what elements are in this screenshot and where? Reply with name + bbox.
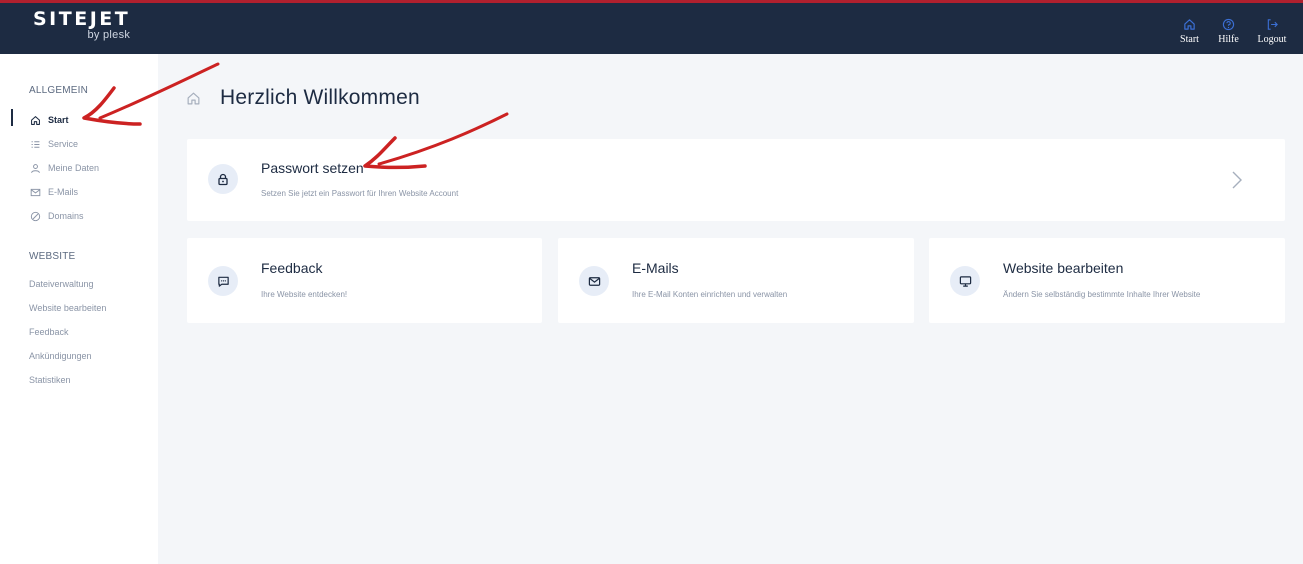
- active-indicator: [11, 109, 13, 126]
- chevron-right-icon: [1232, 171, 1242, 189]
- home-icon: [186, 90, 202, 106]
- topnav-start[interactable]: Start: [1170, 3, 1209, 54]
- home-icon: [1183, 17, 1197, 31]
- card-description: Ihre E-Mail Konten einrichten und verwal…: [632, 290, 788, 299]
- sidebar-item-label: Meine Daten: [48, 163, 100, 173]
- home-icon: [29, 114, 41, 126]
- page-header: Herzlich Willkommen: [186, 86, 420, 110]
- card-title: E-Mails: [632, 260, 679, 276]
- card-title: Passwort setzen: [261, 160, 364, 176]
- sidebar-item-meine-daten[interactable]: Meine Daten: [29, 160, 99, 176]
- mail-icon: [29, 186, 41, 198]
- card-description: Ihre Website entdecken!: [261, 290, 348, 299]
- feedback-card[interactable]: Feedback Ihre Website entdecken!: [187, 238, 542, 323]
- top-bar: SITEJET by plesk Start Hilfe Logout: [0, 0, 1303, 54]
- sidebar-link-feedback[interactable]: Feedback: [29, 327, 69, 337]
- mail-icon: [579, 266, 609, 296]
- sidebar-item-emails[interactable]: E-Mails: [29, 184, 78, 200]
- monitor-icon: [950, 266, 980, 296]
- topnav-help-label: Hilfe: [1218, 34, 1239, 45]
- sidebar-section-general: ALLGEMEIN: [29, 85, 89, 96]
- card-title: Website bearbeiten: [1003, 260, 1124, 276]
- sitejet-logo[interactable]: SITEJET by plesk: [33, 8, 130, 41]
- sidebar-item-label: Domains: [48, 211, 84, 221]
- logout-icon: [1265, 17, 1279, 31]
- logo-text: SITEJET: [33, 8, 131, 30]
- sidebar-section-website: WEBSITE: [29, 251, 76, 262]
- sidebar-item-label: Start: [48, 115, 69, 125]
- top-nav: Start Hilfe Logout: [1170, 3, 1303, 54]
- lock-icon: [208, 164, 238, 194]
- sidebar-link-statistiken[interactable]: Statistiken: [29, 375, 71, 385]
- page-title: Herzlich Willkommen: [220, 86, 420, 109]
- card-description: Setzen Sie jetzt ein Passwort für Ihren …: [261, 189, 459, 198]
- sidebar-item-label: E-Mails: [48, 187, 79, 197]
- sidebar-link-dateiverwaltung[interactable]: Dateiverwaltung: [29, 279, 94, 289]
- emails-card[interactable]: E-Mails Ihre E-Mail Konten einrichten un…: [558, 238, 914, 323]
- sidebar-link-website-bearbeiten[interactable]: Website bearbeiten: [29, 303, 106, 313]
- card-description: Ändern Sie selbständig bestimmte Inhalte…: [1003, 290, 1201, 299]
- set-password-card[interactable]: Passwort setzen Setzen Sie jetzt ein Pas…: [187, 139, 1285, 221]
- edit-website-card[interactable]: Website bearbeiten Ändern Sie selbständi…: [929, 238, 1285, 323]
- topnav-logout-label: Logout: [1257, 34, 1287, 45]
- sidebar: ALLGEMEIN Start Service Meine Daten E-Ma…: [0, 54, 158, 564]
- sidebar-item-domains[interactable]: Domains: [29, 208, 84, 224]
- card-title: Feedback: [261, 260, 323, 276]
- topnav-start-label: Start: [1180, 34, 1199, 45]
- chat-icon: [208, 266, 238, 296]
- sidebar-item-start[interactable]: Start: [29, 112, 69, 128]
- logo-subtext: by plesk: [87, 29, 131, 41]
- domain-icon: [29, 210, 41, 222]
- topnav-logout[interactable]: Logout: [1248, 3, 1296, 54]
- sidebar-link-ankuendigungen[interactable]: Ankündigungen: [29, 351, 92, 361]
- sidebar-item-label: Service: [48, 139, 79, 149]
- help-icon: [1222, 17, 1236, 31]
- topnav-help[interactable]: Hilfe: [1209, 3, 1248, 54]
- list-icon: [29, 138, 41, 150]
- user-icon: [29, 162, 41, 174]
- sidebar-item-service[interactable]: Service: [29, 136, 78, 152]
